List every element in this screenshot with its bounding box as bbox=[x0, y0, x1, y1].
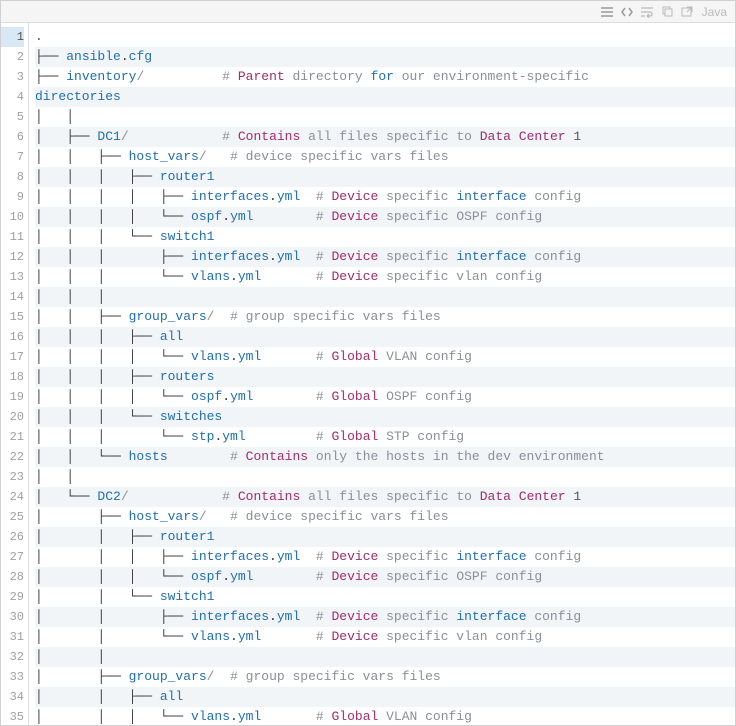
code-line[interactable]: │ │ bbox=[35, 107, 735, 127]
line-number: 10 bbox=[1, 207, 24, 227]
line-number: 23 bbox=[1, 467, 24, 487]
line-number: 20 bbox=[1, 407, 24, 427]
code-line[interactable]: │ │ │ └── ospf.yml # Device specific OSP… bbox=[35, 567, 735, 587]
code-line[interactable]: │ │ ├── all bbox=[35, 687, 735, 707]
line-number: 12 bbox=[1, 247, 24, 267]
editor-window: Java 12345678910111213141516171819202122… bbox=[0, 0, 736, 726]
code-line[interactable]: . bbox=[35, 27, 735, 47]
code-line[interactable]: │ │ │ └── switches bbox=[35, 407, 735, 427]
code-line[interactable]: │ │ │ └── vlans.yml # Global VLAN config bbox=[35, 707, 735, 725]
code-line[interactable]: │ │ ├── router1 bbox=[35, 527, 735, 547]
code-line[interactable]: │ │ │ ├── all bbox=[35, 327, 735, 347]
language-label[interactable]: Java bbox=[698, 5, 731, 19]
code-line[interactable]: │ │ └── vlans.yml # Device specific vlan… bbox=[35, 627, 735, 647]
line-number: 27 bbox=[1, 547, 24, 567]
line-number: 6 bbox=[1, 127, 24, 147]
editor-toolbar: Java bbox=[1, 1, 735, 23]
line-number: 7 bbox=[1, 147, 24, 167]
code-line[interactable]: │ │ │ ├── interfaces.yml # Device specif… bbox=[35, 247, 735, 267]
line-number: 3 bbox=[1, 67, 24, 87]
line-number: 17 bbox=[1, 347, 24, 367]
code-line[interactable]: │ │ │ │ └── ospf.yml # Global OSPF confi… bbox=[35, 387, 735, 407]
line-number: 16 bbox=[1, 327, 24, 347]
line-number: 21 bbox=[1, 427, 24, 447]
code-line[interactable]: │ │ └── switch1 bbox=[35, 587, 735, 607]
code-line[interactable]: │ │ │ bbox=[35, 287, 735, 307]
line-number: 25 bbox=[1, 507, 24, 527]
code-line[interactable]: │ │ │ ├── interfaces.yml # Device specif… bbox=[35, 547, 735, 567]
line-number: 5 bbox=[1, 107, 24, 127]
code-line[interactable]: │ │ │ └── vlans.yml # Device specific vl… bbox=[35, 267, 735, 287]
line-number: 32 bbox=[1, 647, 24, 667]
line-number: 26 bbox=[1, 527, 24, 547]
line-number: 15 bbox=[1, 307, 24, 327]
code-line[interactable]: directories bbox=[35, 87, 735, 107]
code-line[interactable]: │ │ │ ├── routers bbox=[35, 367, 735, 387]
code-line[interactable]: │ │ │ ├── router1 bbox=[35, 167, 735, 187]
line-number: 4 bbox=[1, 87, 24, 107]
code-line[interactable]: │ └── DC2/ # Contains all files specific… bbox=[35, 487, 735, 507]
lines-icon[interactable] bbox=[598, 4, 616, 20]
line-number: 35 bbox=[1, 707, 24, 725]
wrap-icon[interactable] bbox=[638, 4, 656, 20]
line-number: 34 bbox=[1, 687, 24, 707]
line-number: 30 bbox=[1, 607, 24, 627]
code-line[interactable]: │ │ └── hosts # Contains only the hosts … bbox=[35, 447, 735, 467]
line-number: 14 bbox=[1, 287, 24, 307]
line-number: 29 bbox=[1, 587, 24, 607]
code-area[interactable]: .├── ansible.cfg├── inventory/ # Parent … bbox=[29, 23, 735, 725]
editor-body: 1234567891011121314151617181920212223242… bbox=[1, 23, 735, 725]
line-number: 28 bbox=[1, 567, 24, 587]
line-number: 31 bbox=[1, 627, 24, 647]
popout-icon[interactable] bbox=[678, 4, 696, 20]
line-number: 13 bbox=[1, 267, 24, 287]
code-line[interactable]: │ │ │ └── stp.yml # Global STP config bbox=[35, 427, 735, 447]
code-line[interactable]: │ ├── group_vars/ # group specific vars … bbox=[35, 667, 735, 687]
line-number: 1 bbox=[1, 27, 24, 47]
code-line[interactable]: │ │ bbox=[35, 647, 735, 667]
code-line[interactable]: │ │ ├── interfaces.yml # Device specific… bbox=[35, 607, 735, 627]
line-number: 22 bbox=[1, 447, 24, 467]
line-number: 11 bbox=[1, 227, 24, 247]
line-gutter: 1234567891011121314151617181920212223242… bbox=[1, 23, 29, 725]
line-number: 2 bbox=[1, 47, 24, 67]
line-number: 9 bbox=[1, 187, 24, 207]
code-icon[interactable] bbox=[618, 4, 636, 20]
code-line[interactable]: │ │ │ │ └── ospf.yml # Device specific O… bbox=[35, 207, 735, 227]
code-line[interactable]: │ │ ├── host_vars/ # device specific var… bbox=[35, 147, 735, 167]
code-line[interactable]: ├── inventory/ # Parent directory for ou… bbox=[35, 67, 735, 87]
copy-icon[interactable] bbox=[658, 4, 676, 20]
line-number: 24 bbox=[1, 487, 24, 507]
line-number: 19 bbox=[1, 387, 24, 407]
code-line[interactable]: │ │ │ │ ├── interfaces.yml # Device spec… bbox=[35, 187, 735, 207]
code-line[interactable]: │ │ │ └── switch1 bbox=[35, 227, 735, 247]
code-line[interactable]: │ │ ├── group_vars/ # group specific var… bbox=[35, 307, 735, 327]
line-number: 8 bbox=[1, 167, 24, 187]
code-line[interactable]: │ │ bbox=[35, 467, 735, 487]
code-line[interactable]: │ ├── host_vars/ # device specific vars … bbox=[35, 507, 735, 527]
line-number: 33 bbox=[1, 667, 24, 687]
line-number: 18 bbox=[1, 367, 24, 387]
code-line[interactable]: │ ├── DC1/ # Contains all files specific… bbox=[35, 127, 735, 147]
code-line[interactable]: ├── ansible.cfg bbox=[35, 47, 735, 67]
code-line[interactable]: │ │ │ │ └── vlans.yml # Global VLAN conf… bbox=[35, 347, 735, 367]
